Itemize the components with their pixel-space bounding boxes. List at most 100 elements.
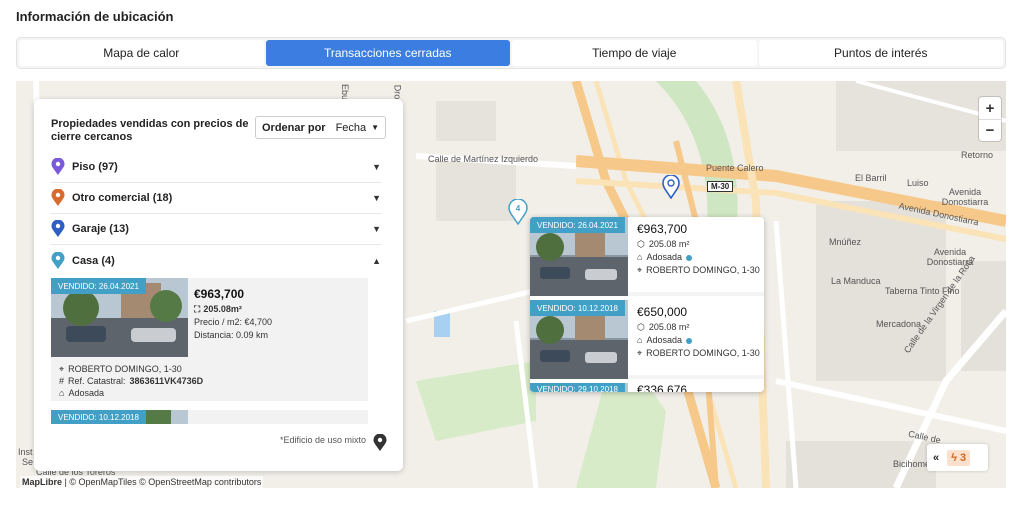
pin-icon [51,158,65,175]
zoom-controls: + − [979,97,1001,141]
location-pin-icon: ⌖ [59,364,65,374]
popup-type: Adosada [646,252,682,262]
map-label-fragment: Se [22,457,34,467]
sold-badge: VENDIDO: 29.10.2018 [530,383,625,392]
property-price: €963,700 [194,287,245,301]
ref-label: Ref. Catastral: [68,376,126,386]
house-icon: ⌂ [59,388,65,398]
popup-price: €963,700 [637,222,688,236]
tab-travel-time[interactable]: Tiempo de viaje [512,40,757,66]
popup-area: 205.08 m² [648,322,690,332]
cube-icon: ⬡ [637,239,645,249]
popup-card[interactable]: VENDIDO: 29.10.2018 €336,676 [530,383,764,392]
sold-badge: VENDIDO: 10.12.2018 [530,300,625,316]
popup-type: Adosada [646,335,682,345]
listing-counter[interactable]: « ϟ 3 [927,444,988,471]
property-address: ROBERTO DOMINGO, 1-30 [68,364,182,374]
counter-value: 3 [960,451,967,464]
map-label-place: Taberna Tinto Fino [885,286,960,296]
type-dot-icon [685,254,692,261]
sold-properties-panel: Propiedades vendidas con precios de cier… [34,99,403,471]
category-casa[interactable]: Casa (4) ▲ [51,245,381,276]
map-label-fragment: Ebu [340,83,351,101]
popup-info: €336,676 [637,383,688,393]
tab-points-of-interest[interactable]: Puntos de interés [758,40,1003,66]
property-area: 205.08m² [203,304,242,314]
map-label-highway: M-30 [707,181,734,192]
map-label-place: Avenida Donostiarra [941,187,989,207]
page: Información de ubicación Mapa de calor T… [0,0,1024,505]
popup-address: ROBERTO DOMINGO, 1-30 [646,348,760,358]
popup-price: €336,676 [637,383,688,393]
zoom-in-button[interactable]: + [979,97,1001,119]
map-label-place: El Barril [855,173,887,183]
popup-photo: VENDIDO: 26.04.2021 [530,217,628,296]
sort-value: Fecha [335,121,367,134]
hash-icon: # [59,376,65,386]
popup-address: ROBERTO DOMINGO, 1-30 [646,265,760,275]
tab-heatmap[interactable]: Mapa de calor [19,40,264,66]
map-label-place: Luiso [907,178,929,188]
popup-card[interactable]: VENDIDO: 26.04.2021 €963,700 ⬡ 205.08 m² … [530,217,764,296]
map-label-place: Mnúñez [829,237,862,247]
category-list: Piso (97) ▼ Otro comercial (18) ▼ Garaje… [51,152,381,276]
map-label-street: Calle de Martínez Izquierdo [428,154,539,164]
property-area-row: ⛶ 205.08m² [194,303,272,316]
area-icon: ⛶ [194,304,201,314]
lightning-icon: ϟ [951,451,957,464]
chevron-down-icon: ▼ [372,193,381,203]
category-label: Casa (4) [72,254,115,267]
map-label-place: Bicihome [893,459,931,469]
collapse-icon[interactable]: « [933,452,939,464]
popup-price: €650,000 [637,305,688,319]
property-photo: VENDIDO: 10.12.2018 [51,410,188,424]
section-title: Información de ubicación [16,9,174,24]
popup-photo: VENDIDO: 29.10.2018 [530,383,628,392]
property-card[interactable]: VENDIDO: 26.04.2021 €963,700 ⛶ 205.08m² P… [51,278,368,401]
popup-card[interactable]: VENDIDO: 10.12.2018 €650,000 ⬡ 205.08 m² … [530,300,764,379]
maplibre-link[interactable]: MapLibre [22,477,62,487]
mixed-use-footnote: *Edificio de uso mixto [279,435,366,445]
mixed-use-pin-icon [373,434,387,451]
type-dot-icon [685,337,692,344]
cube-icon: ⬡ [637,322,645,332]
popup-info: €650,000 ⬡ 205.08 m² ⌂ Adosada ⌖ ROBERTO DO… [637,306,760,360]
popup-photo: VENDIDO: 10.12.2018 [530,300,628,379]
counter-badge: ϟ 3 [947,449,971,466]
pin-icon [51,220,65,237]
map-cluster-pin[interactable]: 4 [508,199,528,225]
popup-info: €963,700 ⬡ 205.08 m² ⌂ Adosada ⌖ ROBERTO DO… [637,223,760,277]
map-label-place: Mercadona [876,319,922,329]
popup-area: 205.08 m² [648,239,690,249]
property-card[interactable]: VENDIDO: 10.12.2018 [51,410,368,424]
caret-down-icon: ▼ [371,123,379,132]
map-label-fragment: Dro [392,84,403,100]
map-label-place: Avenida Donostiarra [926,247,974,267]
category-piso[interactable]: Piso (97) ▼ [51,152,381,183]
pin-icon [51,189,65,206]
location-pin-icon: ⌖ [637,265,643,275]
property-details: ⌖ ROBERTO DOMINGO, 1-30 # Ref. Catastral: 3… [59,363,203,399]
zoom-out-button[interactable]: − [979,119,1001,141]
map-attribution: MapLibre | © OpenMapTiles © OpenStreetMa… [20,476,264,488]
map-label-street: Puente Calero [706,163,764,173]
category-label: Piso (97) [72,161,118,173]
tab-closed-transactions[interactable]: Transacciones cerradas [265,40,510,66]
sort-dropdown[interactable]: Ordenar por Fecha ▼ [255,116,386,139]
property-distance: Distancia: 0.09 km [194,330,269,340]
chevron-up-icon: ▲ [372,255,381,266]
pin-icon [51,251,65,269]
property-price-m2: Precio / m2: €4,700 [194,317,273,327]
ref-value: 3863611VK4736D [129,376,204,386]
map-location-pin[interactable] [662,175,680,199]
chevron-down-icon: ▼ [372,224,381,234]
category-label: Otro comercial (18) [72,192,173,204]
map-label-fragment: Inst [18,447,33,457]
category-otro-comercial[interactable]: Otro comercial (18) ▼ [51,183,381,214]
location-pin-icon: ⌖ [637,348,643,358]
sold-badge: VENDIDO: 26.04.2021 [530,217,625,233]
map-label-place: Retorno [961,150,994,160]
property-info: €963,700 ⛶ 205.08m² Precio / m2: €4,700 D… [194,288,272,342]
sold-badge: VENDIDO: 10.12.2018 [51,410,146,424]
category-garaje[interactable]: Garaje (13) ▼ [51,214,381,245]
